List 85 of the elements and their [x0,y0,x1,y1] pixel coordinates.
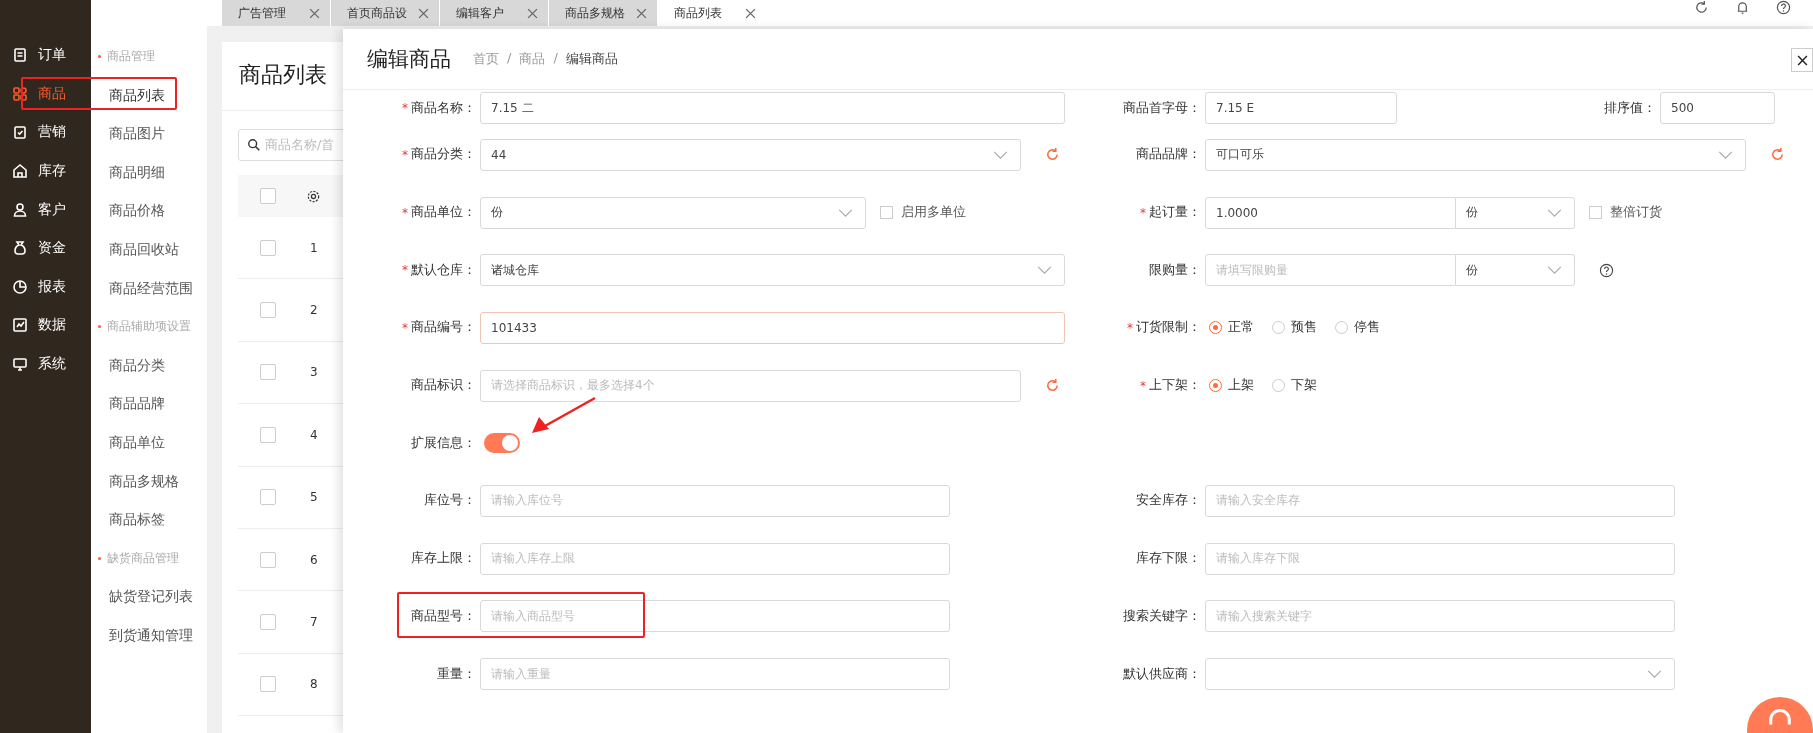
field-label: 商品型号： [411,607,476,625]
nav-item[interactable]: 营销 [0,113,91,152]
table-cell: 7 [310,615,318,630]
input-field[interactable]: 500 [1660,92,1775,124]
select-field[interactable]: 可口可乐 [1205,138,1746,171]
field-label: 商品编号： [411,319,476,337]
select-field[interactable]: 份 [1456,196,1575,229]
submenu-item[interactable]: 商品标签 [91,500,207,539]
field-label: 商品品牌： [1136,146,1201,164]
table-cell: 4 [310,427,318,442]
submenu-item[interactable]: 商品经营范围 [91,268,207,308]
field-label: 默认供应商： [1123,665,1201,683]
required-mark: * [1127,320,1133,335]
breadcrumb-separator: / [507,50,512,67]
input-field[interactable]: 1.0000 [1205,196,1456,229]
nav-item[interactable]: 报表 [0,267,91,307]
select-field[interactable]: 诸城仓库 [480,254,1065,287]
field-label: 重量： [437,665,476,683]
field-label: 扩展信息： [411,434,476,452]
field-label: 起订量： [1149,204,1201,222]
field-label: 商品标识： [411,377,476,395]
required-mark: * [402,147,408,162]
submenu-item[interactable]: 商品明细 [91,152,207,192]
required-mark: * [1140,378,1146,393]
submenu-item[interactable]: 商品列表 [91,75,207,115]
select-field[interactable]: 份 [1456,254,1575,287]
nav-item[interactable]: 库存 [0,151,91,191]
submenu-item[interactable]: 商品品牌 [91,384,207,423]
menu-section-title: 缺货商品管理 [91,538,207,578]
field-label: 商品单位： [411,204,476,222]
field-label: 上下架： [1149,377,1201,395]
table-cell: 8 [310,677,318,692]
nav-item[interactable]: 资金 [0,228,91,268]
field-label: 商品分类： [411,146,476,164]
submenu-item[interactable]: 到货通知管理 [91,615,207,655]
submenu-item[interactable]: 商品分类 [91,345,207,385]
radio-option[interactable]: 正常 [1209,319,1254,337]
select-field[interactable]: 份 [480,196,866,229]
field-label: 安全库存： [1136,492,1201,510]
table-cell: 2 [310,303,318,318]
submenu-item[interactable]: 商品单位 [91,422,207,462]
tab[interactable]: 商品多规格 [549,0,657,26]
input-field[interactable]: 7.15 二 [480,92,1065,124]
radio-option[interactable]: 下架 [1272,377,1317,395]
breadcrumb-item: 编辑商品 [565,50,618,68]
breadcrumb-separator: / [553,50,558,67]
field-label: 限购量： [1149,261,1201,279]
drawer-title: 编辑商品 [367,46,451,73]
table-cell: 5 [310,490,318,505]
table-cell: 6 [310,552,318,567]
submenu-item[interactable]: 商品图片 [91,114,207,153]
input-field[interactable]: 101433 [480,311,1065,344]
tab[interactable]: 广告管理 [222,0,330,26]
menu-section-title: 商品管理 [91,37,207,76]
radio-option[interactable]: 上架 [1209,377,1254,395]
tab[interactable]: 首页商品设 [331,0,439,26]
field-label: 库存下限： [1136,550,1201,568]
radio-option[interactable]: 停售 [1335,319,1380,337]
tab[interactable]: 编辑客户 [440,0,548,26]
nav-item[interactable]: 数据 [0,306,91,345]
nav-item[interactable]: 订单 [0,36,91,75]
required-mark: * [402,263,408,278]
nav-item[interactable]: 客户 [0,190,91,229]
nav-item[interactable]: 商品 [0,74,91,114]
required-mark: * [402,205,408,220]
field-label: 默认仓库： [411,261,476,279]
checkbox[interactable]: 整倍订货 [1589,204,1662,222]
select-field[interactable]: 44 [480,138,1021,171]
menu-section-title: 商品辅助项设置 [91,307,207,346]
radio-option[interactable]: 预售 [1272,319,1317,337]
required-mark: * [402,320,408,335]
submenu-item[interactable]: 缺货登记列表 [91,577,207,616]
checkbox[interactable]: 启用多单位 [880,204,966,222]
submenu-item[interactable]: 商品多规格 [91,461,207,501]
submenu-item[interactable]: 商品价格 [91,191,207,230]
field-label: 搜索关键字： [1123,607,1201,625]
input-field[interactable]: 7.15 E [1205,92,1397,124]
table-cell: 3 [310,365,318,380]
table-cell: 1 [310,240,318,255]
nav-item[interactable]: 系统 [0,344,91,384]
submenu-item[interactable]: 商品回收站 [91,229,207,269]
required-mark: * [1140,205,1146,220]
field-label: 库位号： [424,492,476,510]
field-label: 库存上限： [411,550,476,568]
field-label: 订货限制： [1136,319,1201,337]
